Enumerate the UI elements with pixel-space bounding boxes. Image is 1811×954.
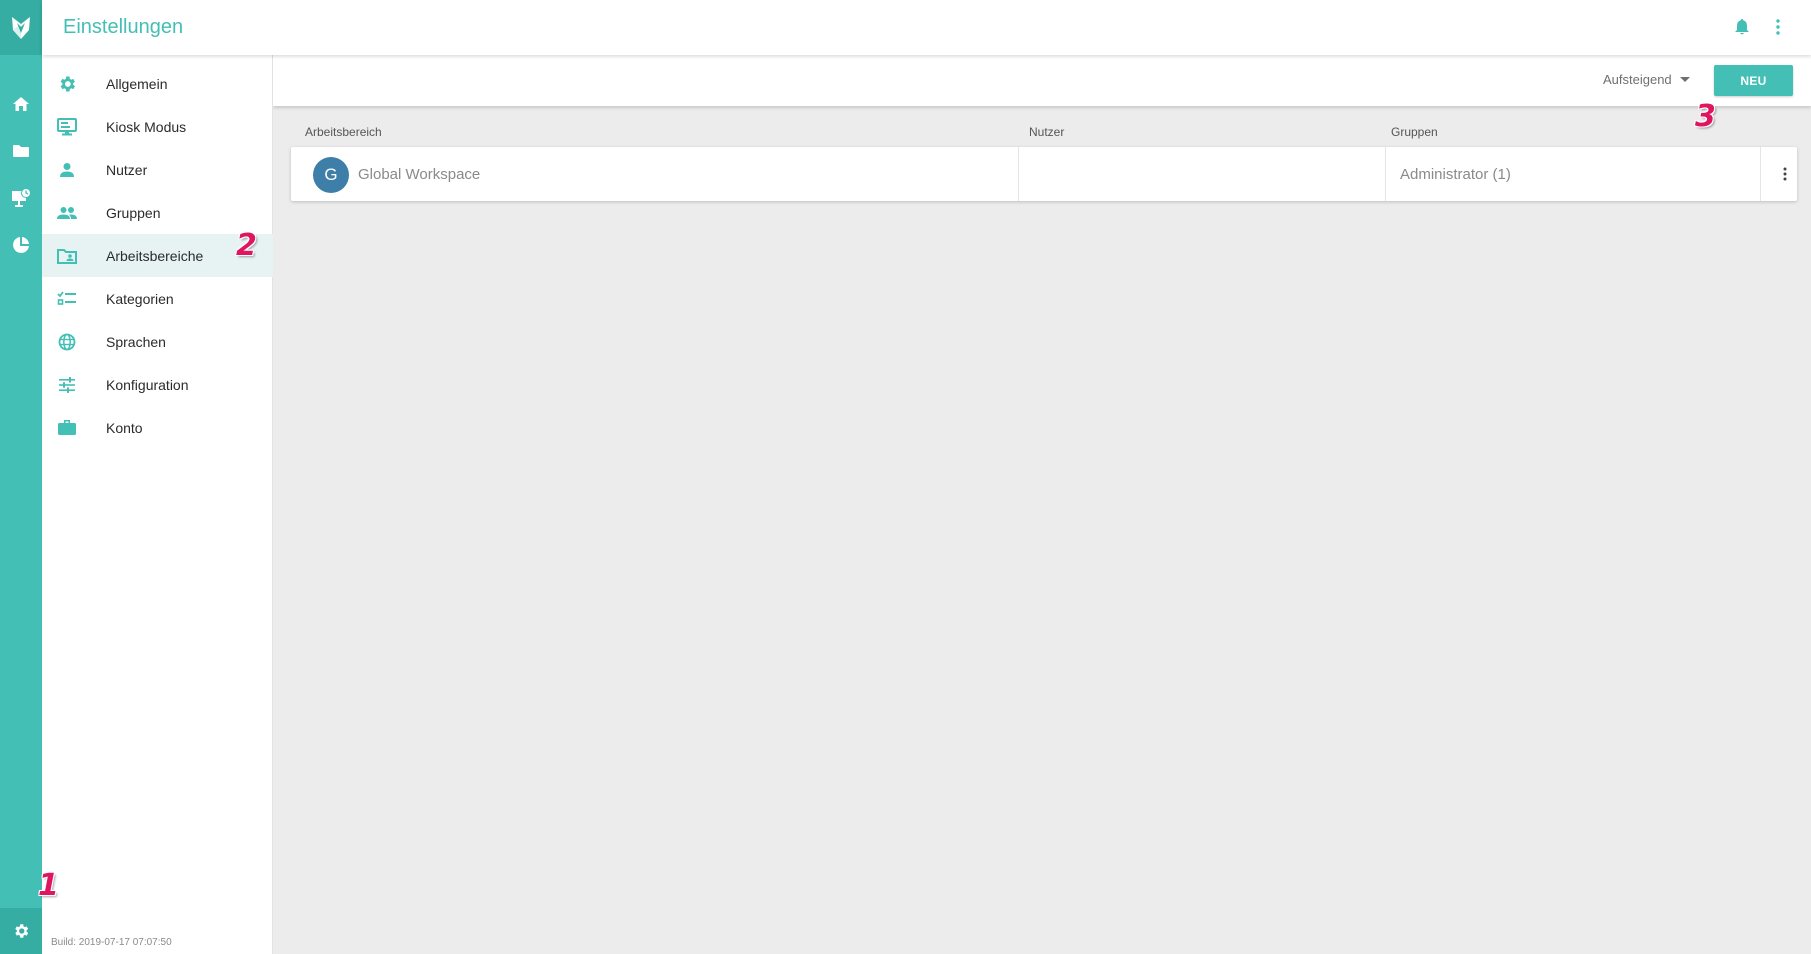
annotation-3: 3 xyxy=(1695,99,1716,134)
settings-menu: Allgemein Kiosk Modus Nutzer Gruppen Arb… xyxy=(42,55,273,954)
bell-icon xyxy=(1735,19,1749,35)
menu-item-label: Kiosk Modus xyxy=(106,118,187,135)
rail-analytics[interactable] xyxy=(0,225,42,265)
menu-item-label: Allgemein xyxy=(106,75,168,92)
menu-item-label: Kategorien xyxy=(106,290,174,307)
fox-logo-icon xyxy=(12,16,30,39)
menu-item-konfiguration[interactable]: Konfiguration xyxy=(42,363,273,406)
menu-item-label: Konfiguration xyxy=(106,376,189,393)
avatar: G xyxy=(313,157,349,193)
more-vertical-icon xyxy=(1776,19,1780,35)
briefcase-icon xyxy=(56,417,78,439)
menu-item-nutzer[interactable]: Nutzer xyxy=(42,148,273,191)
menu-item-sprachen[interactable]: Sprachen xyxy=(42,320,273,363)
rail-files[interactable] xyxy=(0,131,42,171)
folder-icon xyxy=(13,145,29,157)
notifications-button[interactable] xyxy=(1729,14,1755,40)
row-options-button[interactable] xyxy=(1777,164,1793,184)
pie-chart-icon xyxy=(13,237,29,253)
people-icon xyxy=(56,202,78,224)
globe-icon xyxy=(56,331,78,353)
menu-item-allgemein[interactable]: Allgemein xyxy=(42,62,273,105)
rail-home[interactable] xyxy=(0,84,42,124)
cell-divider xyxy=(1018,147,1019,201)
rail-presentations[interactable] xyxy=(0,178,42,218)
annotation-2: 2 xyxy=(236,228,257,263)
gear-icon xyxy=(15,924,29,938)
workspace-name: Global Workspace xyxy=(358,166,481,183)
menu-item-label: Sprachen xyxy=(106,333,166,350)
menu-item-label: Nutzer xyxy=(106,161,148,178)
column-header-nutzer[interactable]: Nutzer xyxy=(1029,125,1064,139)
top-header: Einstellungen xyxy=(42,0,1811,55)
monitor-icon xyxy=(56,116,78,138)
column-header-arbeitsbereich[interactable]: Arbeitsbereich xyxy=(305,125,382,139)
menu-item-kategorien[interactable]: Kategorien xyxy=(42,277,273,320)
menu-item-label: Konto xyxy=(106,419,143,436)
build-info: Build: 2019-07-17 07:07:50 xyxy=(51,937,172,948)
more-options-button[interactable] xyxy=(1765,14,1791,40)
sort-label: Aufsteigend xyxy=(1603,72,1672,87)
table-row[interactable]: G Global Workspace Administrator (1) xyxy=(291,147,1797,201)
sort-dropdown[interactable]: Aufsteigend xyxy=(1603,72,1690,87)
menu-item-konto[interactable]: Konto xyxy=(42,406,273,449)
new-workspace-button[interactable]: NEU xyxy=(1714,65,1793,96)
home-icon xyxy=(13,97,29,111)
menu-item-label: Arbeitsbereiche xyxy=(106,247,204,264)
page-title: Einstellungen xyxy=(63,16,184,38)
annotation-1: 1 xyxy=(38,868,59,903)
caret-down-icon xyxy=(1679,77,1690,82)
presentation-icon xyxy=(12,188,31,207)
app-logo[interactable] xyxy=(0,0,42,55)
workspace-groups: Administrator (1) xyxy=(1400,166,1511,183)
cell-divider xyxy=(1760,147,1761,201)
content-toolbar: Aufsteigend NEU xyxy=(273,55,1811,106)
menu-item-kiosk-modus[interactable]: Kiosk Modus xyxy=(42,105,273,148)
more-vertical-icon xyxy=(1783,167,1787,181)
checklist-icon xyxy=(56,288,78,310)
menu-item-label: Gruppen xyxy=(106,204,161,221)
cell-divider xyxy=(1385,147,1386,201)
gear-icon xyxy=(56,73,78,95)
column-header-gruppen[interactable]: Gruppen xyxy=(1391,125,1438,139)
sliders-icon xyxy=(56,374,78,396)
person-icon xyxy=(56,159,78,181)
rail-settings[interactable] xyxy=(0,908,42,954)
app-rail xyxy=(0,0,42,954)
workspace-icon xyxy=(56,245,78,267)
